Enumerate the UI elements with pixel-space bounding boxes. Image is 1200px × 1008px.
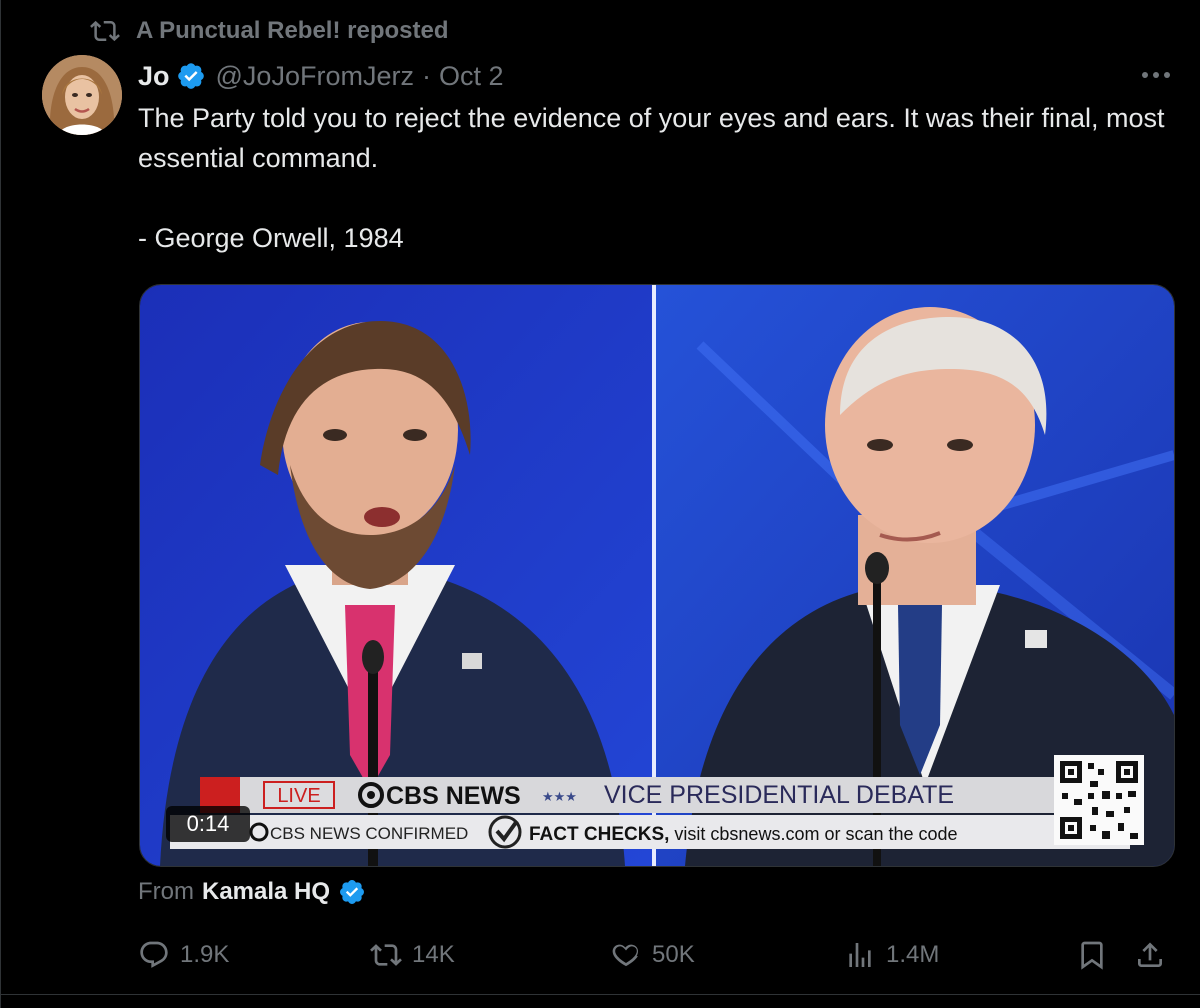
repost-icon	[370, 944, 402, 966]
reply-count: 1.9K	[180, 941, 230, 968]
repost-button[interactable]: 14K	[370, 933, 455, 977]
avatar[interactable]	[42, 55, 122, 135]
video-timestamp: 0:14	[166, 806, 250, 842]
share-button[interactable]	[1134, 933, 1166, 977]
chyron-live: LIVE	[277, 785, 320, 807]
reply-icon	[140, 941, 168, 968]
separator-dot: ·	[421, 60, 431, 91]
chyron-stars: ★★★	[542, 790, 577, 805]
verified-badge-icon[interactable]	[176, 61, 206, 91]
qr-code	[1054, 755, 1144, 845]
more-options-icon[interactable]	[1140, 62, 1172, 88]
left-border	[0, 0, 1, 1008]
tweet-text: The Party told you to reject the evidenc…	[138, 103, 1165, 253]
chyron-visit: visit cbsnews.com or scan the code	[669, 824, 957, 844]
repost-label: A Punctual Rebel! reposted	[136, 17, 449, 44]
bookmark-icon	[1081, 941, 1103, 970]
chyron-title: VICE PRESIDENTIAL DEBATE	[604, 781, 954, 809]
views-icon	[849, 943, 871, 967]
reply-button[interactable]: 1.9K	[138, 933, 229, 977]
chyron-confirmed: CBS NEWS CONFIRMED	[270, 824, 468, 843]
author-handle[interactable]: @JoJoFromJerz	[216, 61, 414, 92]
repost-count: 14K	[412, 941, 455, 968]
author-name[interactable]: Jo	[138, 61, 170, 92]
view-count: 1.4M	[886, 941, 940, 968]
share-icon	[1138, 942, 1162, 967]
post-header: Jo @JoJoFromJerz · Oct 2	[138, 58, 504, 94]
views-button[interactable]: 1.4M	[844, 933, 939, 977]
source-label: From	[138, 878, 194, 905]
repost-indicator[interactable]: A Punctual Rebel! reposted	[90, 14, 449, 48]
repost-icon	[90, 20, 120, 42]
verified-badge-icon[interactable]	[338, 878, 366, 906]
chyron-fact-checks: FACT CHECKS,	[529, 824, 669, 845]
svg-text:FACT CHECKS, visit cbsnews.com: FACT CHECKS, visit cbsnews.com or scan t…	[529, 824, 958, 845]
like-count: 50K	[652, 941, 695, 968]
bookmark-button[interactable]	[1076, 933, 1108, 977]
action-bar: 1.9K 14K 50K 1.4M	[138, 933, 1174, 977]
video-source: From Kamala HQ	[138, 875, 376, 909]
like-button[interactable]: 50K	[610, 933, 695, 977]
chyron-network: CBS NEWS	[386, 782, 521, 810]
source-name[interactable]: Kamala HQ	[202, 878, 330, 906]
post-divider	[0, 994, 1200, 995]
heart-icon	[612, 944, 639, 967]
post-date[interactable]: Oct 2	[439, 61, 504, 92]
video-player[interactable]: LIVE CBS NEWS ★★★ VICE PRESIDENTIAL DEBA…	[139, 284, 1175, 867]
